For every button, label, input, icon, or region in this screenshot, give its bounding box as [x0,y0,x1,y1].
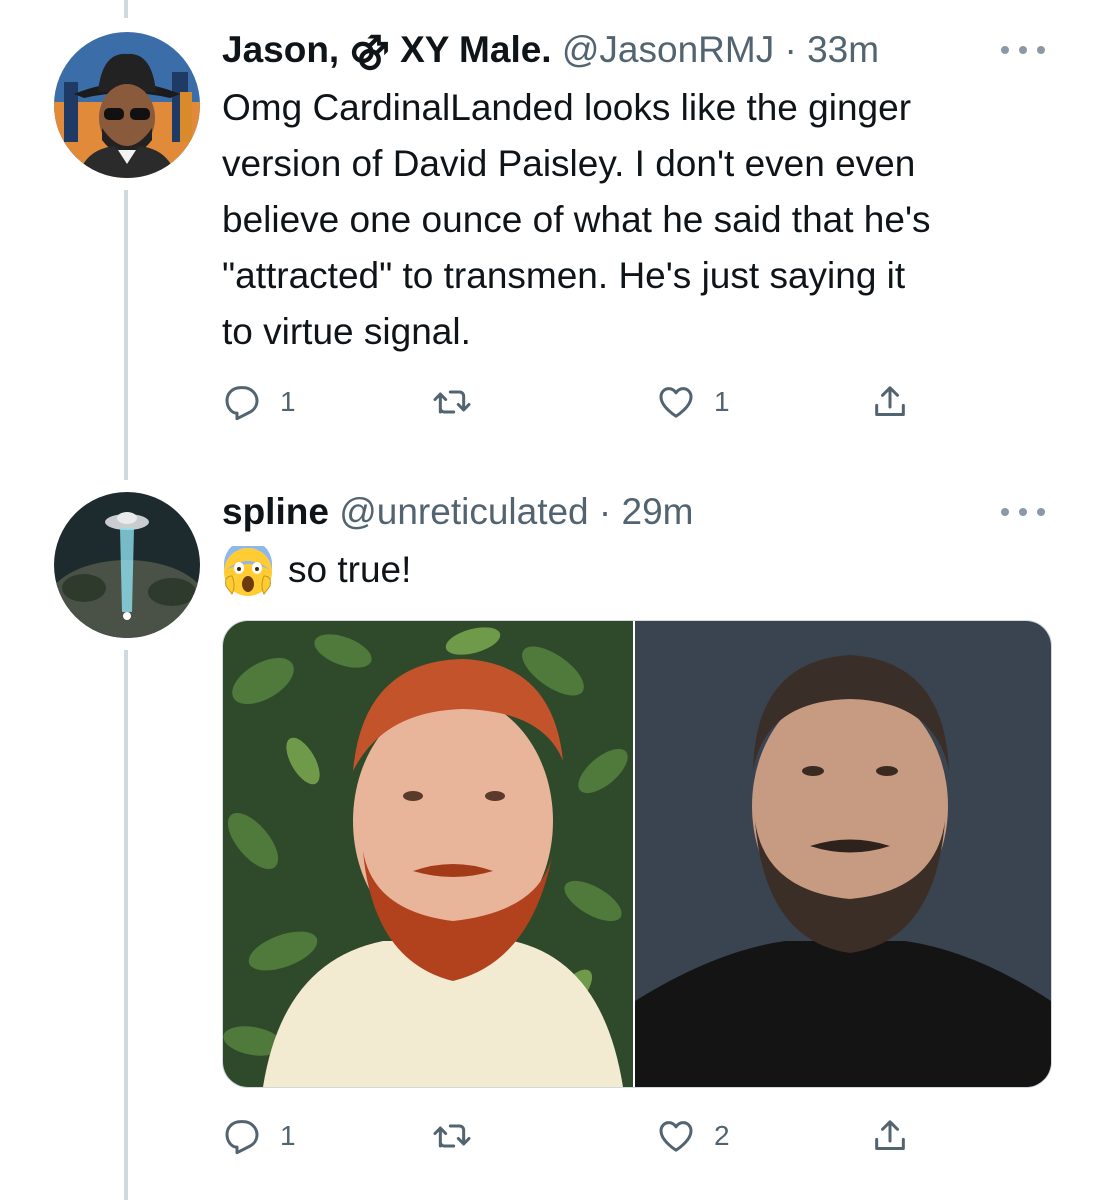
reply-icon [225,1120,259,1155]
user-handle[interactable]: @JasonRMJ [562,29,774,70]
reply-icon [225,386,259,421]
avatar-spline[interactable] [54,492,200,638]
like-count: 2 [714,1120,730,1151]
retweet-button[interactable] [432,380,490,424]
tweet-text-line: "attracted" to transmen. He's just sayin… [222,255,906,296]
avatar-jason[interactable] [54,32,200,178]
retweet-icon [433,390,471,414]
tweet-2[interactable]: spline @unreticulated · 29m so true! 1 2 [0,480,1105,1200]
tweet-text-line: Omg CardinalLanded looks like the ginger [222,87,912,128]
tweet-text: Omg CardinalLanded looks like the ginger… [222,80,1062,360]
share-icon [875,386,905,416]
display-name[interactable]: Jason, ⚣ XY Male. [222,29,552,70]
more-options-icon[interactable] [1001,502,1045,522]
heart-icon [659,387,693,418]
reply-button[interactable]: 1 [222,1114,296,1158]
like-count: 1 [714,386,730,417]
retweet-button[interactable] [432,1114,490,1158]
tweet-1[interactable]: Jason, ⚣ XY Male. @JasonRMJ · 33m Omg Ca… [0,0,1105,470]
heart-icon [659,1121,693,1152]
reply-count: 1 [280,1120,296,1151]
tweet-text-content: so true! [288,549,412,590]
tweet-header: spline @unreticulated · 29m [222,490,694,534]
reply-button[interactable]: 1 [222,380,296,424]
tweet-actions: 1 2 [222,1114,962,1158]
tweet-text: so true! [222,542,1062,598]
reply-count: 1 [280,386,296,417]
separator-dot: · [598,491,612,532]
photo-left[interactable] [223,621,635,1087]
share-button[interactable] [870,380,910,424]
display-name[interactable]: spline [222,491,329,532]
user-handle[interactable]: @unreticulated [339,491,588,532]
media-grid [222,620,1052,1088]
share-button[interactable] [870,1114,910,1158]
like-button[interactable]: 1 [656,380,730,424]
like-button[interactable]: 2 [656,1114,730,1158]
photo-right[interactable] [635,621,1051,1087]
timestamp[interactable]: 29m [622,491,694,532]
face-screaming-in-fear-icon [224,546,272,597]
share-icon [875,1120,905,1150]
tweet-text-line: believe one ounce of what he said that h… [222,199,931,240]
tweet-header: Jason, ⚣ XY Male. @JasonRMJ · 33m [222,28,879,72]
separator-dot: · [784,29,797,70]
retweet-icon [433,1124,471,1148]
tweet-actions: 1 1 [222,380,962,424]
tweet-text-line: version of David Paisley. I don't even e… [222,143,916,184]
timestamp[interactable]: 33m [807,29,879,70]
tweet-text-line: to virtue signal. [222,311,471,352]
more-options-icon[interactable] [1001,40,1045,60]
